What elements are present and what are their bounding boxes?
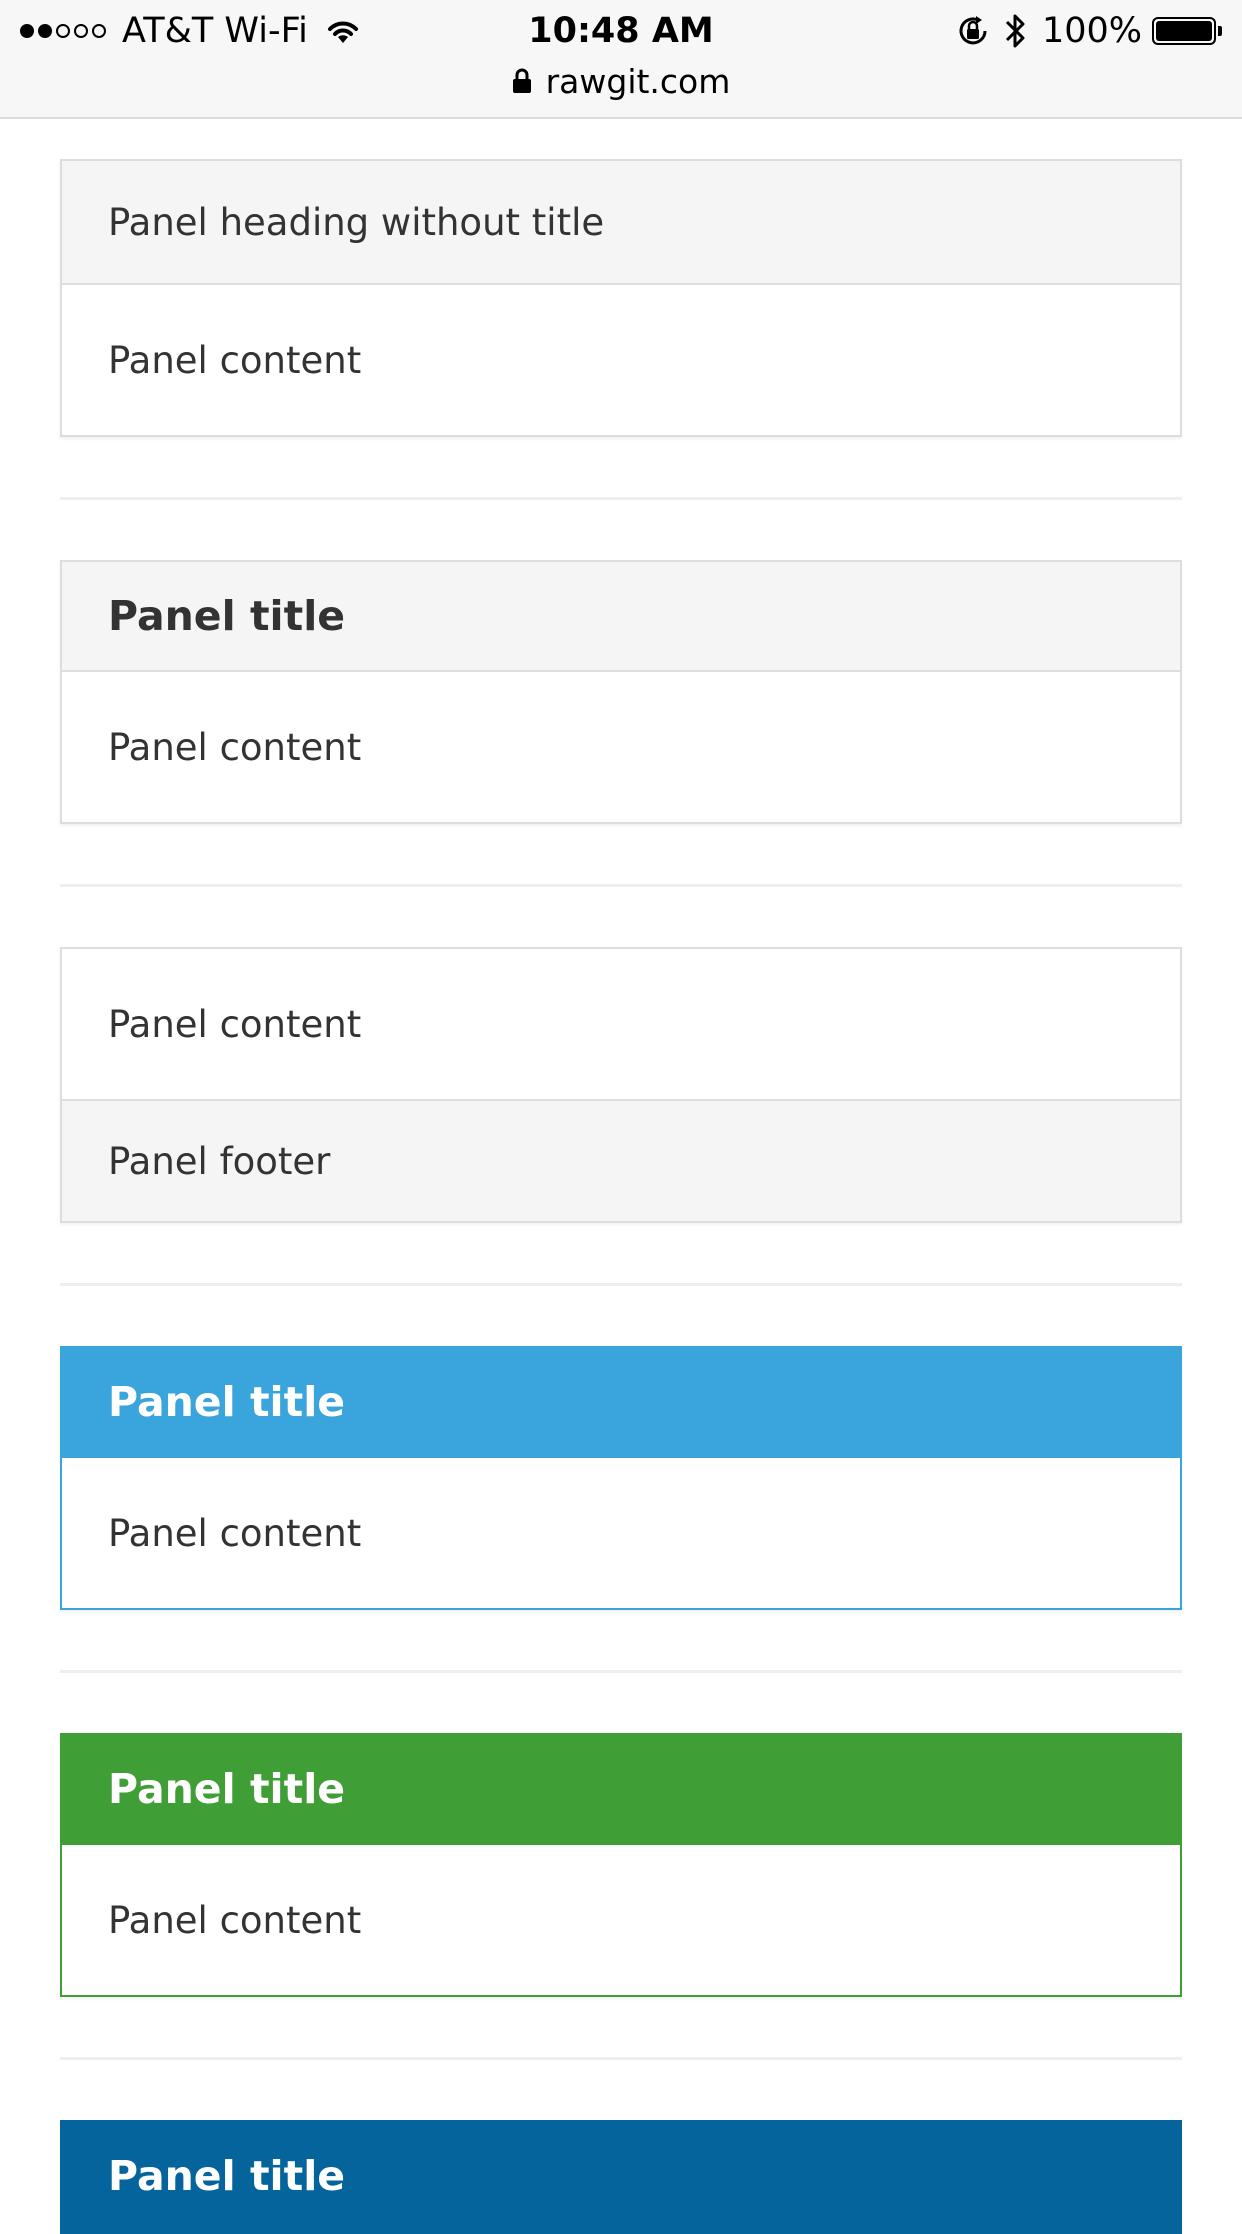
divider — [60, 1670, 1182, 1673]
panel-heading: Panel heading without title — [62, 161, 1180, 285]
panel-heading: Panel title — [62, 562, 1180, 672]
divider — [60, 2057, 1182, 2060]
panel-heading: Panel title — [62, 1735, 1180, 1845]
orientation-lock-icon — [959, 16, 987, 45]
url-bar[interactable]: rawgit.com — [0, 60, 1242, 102]
panel-title: Panel title — [108, 1765, 346, 1813]
panel-footer: Panel footer — [62, 1099, 1180, 1221]
panel-with-title: Panel title Panel content — [60, 560, 1182, 824]
ios-status-bar: AT&T Wi-Fi 10:48 AM 100% rawgit.com — [0, 0, 1242, 119]
panel-heading: Panel title — [62, 2122, 1180, 2232]
panel-heading: Panel title — [62, 1348, 1180, 1458]
panel-body: Panel content — [108, 1898, 362, 1942]
status-right: 100% — [956, 10, 1222, 52]
panel-body: Panel content — [108, 338, 362, 382]
battery-percent: 100% — [1041, 11, 1142, 51]
panel-body: Panel content — [108, 1511, 362, 1555]
panel-primary: Panel title Panel content — [60, 1346, 1182, 1610]
bluetooth-icon — [1005, 14, 1025, 48]
url-domain[interactable]: rawgit.com — [546, 62, 731, 101]
panel-title: Panel title — [108, 2152, 346, 2200]
panel-title: Panel title — [108, 1378, 346, 1426]
panel-body: Panel content — [108, 725, 362, 769]
battery-icon — [1152, 17, 1222, 45]
divider — [60, 497, 1182, 500]
divider — [60, 884, 1182, 887]
panel-success: Panel title Panel content — [60, 1733, 1182, 1997]
padlock-icon — [512, 68, 531, 93]
panel-info: Panel title — [60, 2120, 1182, 2234]
divider — [60, 1283, 1182, 1286]
page-content: Panel heading without title Panel conten… — [60, 159, 1182, 2234]
panel-title: Panel title — [108, 592, 346, 640]
panel-with-footer: Panel content Panel footer — [60, 947, 1182, 1223]
panel-body: Panel content — [108, 1002, 362, 1046]
panel-heading-without-title: Panel heading without title Panel conten… — [60, 159, 1182, 437]
